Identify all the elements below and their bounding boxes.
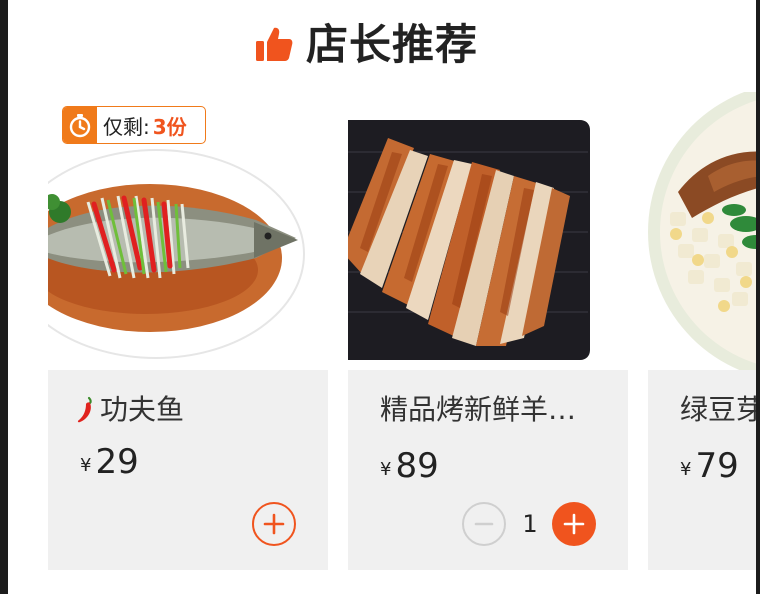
section-header: 店长推荐 (0, 14, 760, 74)
currency-symbol: ¥ (680, 459, 692, 480)
stock-badge-text: 仅剩: 3份 (97, 107, 205, 143)
stock-count: 3份 (152, 114, 187, 139)
add-to-cart-button[interactable] (252, 502, 296, 546)
recommend-carousel[interactable]: 仅剩: 3份 功夫鱼 ¥29 精品烤新鲜羊… ¥ 89 1 绿豆芽 ¥ 79 (8, 92, 756, 572)
left-edge (0, 0, 8, 594)
stock-label: 仅剩: (103, 114, 150, 139)
price-amount: 79 (695, 446, 739, 486)
section-title: 店长推荐 (306, 20, 479, 69)
product-card[interactable]: 仅剩: 3份 功夫鱼 ¥29 (48, 92, 328, 570)
product-name: 绿豆芽 (680, 393, 756, 426)
product-card[interactable]: 精品烤新鲜羊… ¥89 1 (348, 92, 628, 570)
price-amount: 29 (95, 442, 139, 482)
increase-quantity-button[interactable] (552, 502, 596, 546)
product-image-mung-bean-sprouts (648, 92, 756, 370)
product-price: ¥79 (680, 446, 739, 492)
price-amount: 89 (395, 446, 439, 486)
stopwatch-icon (63, 107, 97, 143)
product-price: ¥89 (380, 446, 439, 492)
product-name: 功夫鱼 (100, 393, 185, 426)
product-image-roast-lamb (348, 92, 628, 370)
minus-icon (474, 522, 494, 526)
decrease-quantity-button[interactable] (462, 502, 506, 546)
product-card[interactable]: 绿豆芽 ¥79 (648, 92, 756, 570)
thumbs-up-icon (256, 27, 293, 62)
stock-badge: 仅剩: 3份 (62, 106, 206, 144)
quantity-value: 1 (522, 510, 538, 538)
plus-icon (263, 513, 285, 535)
plus-icon (563, 513, 585, 535)
right-edge (756, 0, 760, 594)
product-price: ¥29 (80, 442, 139, 488)
currency-symbol: ¥ (380, 459, 392, 480)
chili-pepper-icon (77, 396, 92, 423)
product-name: 精品烤新鲜羊… (380, 393, 577, 426)
currency-symbol: ¥ (80, 455, 92, 476)
